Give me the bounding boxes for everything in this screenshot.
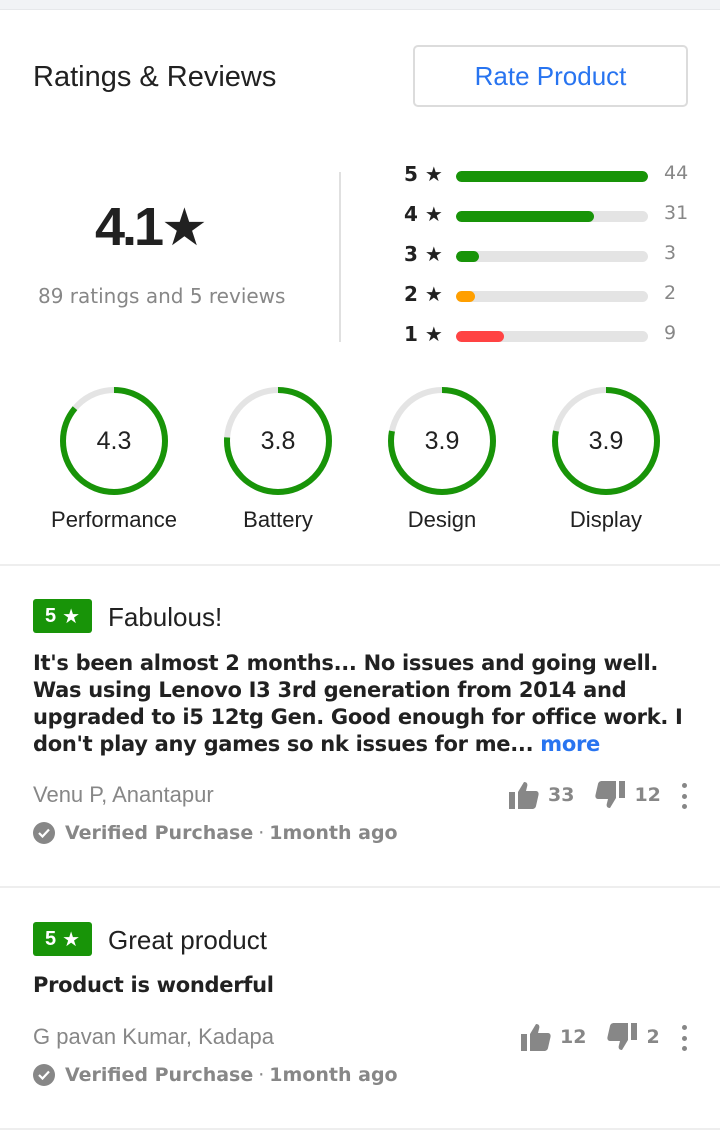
distribution-bar-track <box>456 331 648 342</box>
distribution-count: 3 <box>664 242 677 264</box>
distribution-row-5: 5 ★ 44 <box>404 162 704 190</box>
aspect-value: 4.3 <box>96 426 132 455</box>
like-count: 12 <box>560 1026 587 1048</box>
review-rating-badge: 5 ★ <box>33 922 92 956</box>
dislike-count: 2 <box>646 1026 660 1048</box>
average-rating: 4.1★ <box>95 196 208 258</box>
distribution-bar-fill <box>456 211 595 222</box>
distribution-row-4: 4 ★ 31 <box>404 202 704 230</box>
thumbs-up-icon <box>521 1024 551 1051</box>
aspect-label: Display <box>569 507 643 532</box>
aspect-label: Battery <box>243 507 313 532</box>
aspect-label: Design <box>407 507 477 532</box>
rate-product-button[interactable]: Rate Product <box>413 45 688 107</box>
rating-summary: 4.1★ 89 ratings and 5 reviews 5 ★ 44 4 ★… <box>0 150 720 360</box>
distribution-label: 4 ★ <box>404 202 443 226</box>
like-button[interactable]: 33 <box>508 780 574 810</box>
section-divider <box>0 1128 720 1130</box>
aspect-value: 3.9 <box>424 426 460 455</box>
star-icon: ★ <box>62 928 81 951</box>
review-body: Product is wonderful <box>33 972 693 999</box>
distribution-count: 31 <box>664 202 689 224</box>
ratings-header: Ratings & Reviews Rate Product <box>0 10 720 138</box>
distribution-count: 9 <box>664 322 677 344</box>
read-more-link[interactable]: more <box>540 732 600 756</box>
aspect-ratings: 4.3 Performance 3.8 Battery 3.9 Design 3… <box>0 385 720 545</box>
distribution-bar-fill <box>456 331 504 342</box>
review-text: Product is wonderful <box>33 973 274 997</box>
distribution-bar-track <box>456 291 648 302</box>
verified-purchase: Verified Purchase · 1month ago <box>33 1064 398 1086</box>
ratings-count: 89 ratings and 5 reviews <box>38 284 286 308</box>
review-author: Venu P, Anantapur <box>33 782 214 807</box>
distribution-label: 3 ★ <box>404 242 443 266</box>
review-card: 5 ★ Fabulous! It's been almost 2 months..… <box>0 566 720 886</box>
star-icon: ★ <box>62 605 81 628</box>
more-options-icon[interactable] <box>674 1021 694 1055</box>
check-circle-icon <box>33 822 55 844</box>
aspect-battery[interactable]: 3.8 Battery <box>198 385 358 545</box>
review-rating-badge: 5 ★ <box>33 599 92 633</box>
star-icon: ★ <box>161 199 208 257</box>
divider <box>339 172 341 342</box>
aspect-value: 3.9 <box>588 426 624 455</box>
review-card: 5 ★ Great product Product is wonderful G … <box>0 888 720 1128</box>
distribution-bar-track <box>456 171 648 182</box>
distribution-bar-track <box>456 211 648 222</box>
dislike-count: 12 <box>634 784 661 806</box>
distribution-count: 44 <box>664 162 689 184</box>
distribution-row-2: 2 ★ 2 <box>404 282 704 310</box>
distribution-bar-track <box>456 251 648 262</box>
distribution-row-3: 3 ★ 3 <box>404 242 704 270</box>
separator: · <box>258 822 265 844</box>
distribution-label: 1 ★ <box>404 322 443 346</box>
more-options-icon[interactable] <box>674 779 694 813</box>
aspect-display[interactable]: 3.9 Display <box>526 385 686 545</box>
check-circle-icon <box>33 1064 55 1086</box>
distribution-bar-fill <box>456 291 476 302</box>
verified-label: Verified Purchase <box>65 822 254 844</box>
verified-label: Verified Purchase <box>65 1064 254 1086</box>
aspect-design[interactable]: 3.9 Design <box>362 385 522 545</box>
distribution-count: 2 <box>664 282 677 304</box>
review-votes: 12 2 <box>520 1022 660 1052</box>
review-title: Fabulous! <box>108 602 223 632</box>
separator: · <box>258 1064 265 1086</box>
top-strip <box>0 0 720 10</box>
distribution-label: 5 ★ <box>404 162 443 186</box>
distribution-bar-fill <box>456 251 480 262</box>
like-count: 33 <box>548 784 575 806</box>
aspect-performance[interactable]: 4.3 Performance <box>34 385 194 545</box>
distribution-row-1: 1 ★ 9 <box>404 322 704 350</box>
aspect-value: 3.8 <box>260 426 296 455</box>
dislike-button[interactable]: 2 <box>606 1022 660 1052</box>
thumbs-down-icon <box>595 781 626 808</box>
badge-rating: 5 <box>44 604 57 627</box>
verified-purchase: Verified Purchase · 1month ago <box>33 822 398 844</box>
review-votes: 33 12 <box>508 780 661 810</box>
average-rating-value: 4.1 <box>95 197 164 257</box>
review-time: 1month ago <box>269 1064 398 1086</box>
aspect-label: Performance <box>51 507 177 532</box>
section-title: Ratings & Reviews <box>33 61 277 93</box>
thumbs-down-icon <box>607 1023 638 1050</box>
review-time: 1month ago <box>269 822 398 844</box>
distribution-label: 2 ★ <box>404 282 443 306</box>
review-title: Great product <box>108 925 267 955</box>
like-button[interactable]: 12 <box>520 1022 586 1052</box>
distribution-bar-fill <box>456 171 648 182</box>
review-author: G pavan Kumar, Kadapa <box>33 1024 274 1049</box>
review-body: It's been almost 2 months... No issues a… <box>33 650 693 758</box>
badge-rating: 5 <box>44 927 57 950</box>
dislike-button[interactable]: 12 <box>594 780 661 810</box>
thumbs-up-icon <box>509 782 539 809</box>
